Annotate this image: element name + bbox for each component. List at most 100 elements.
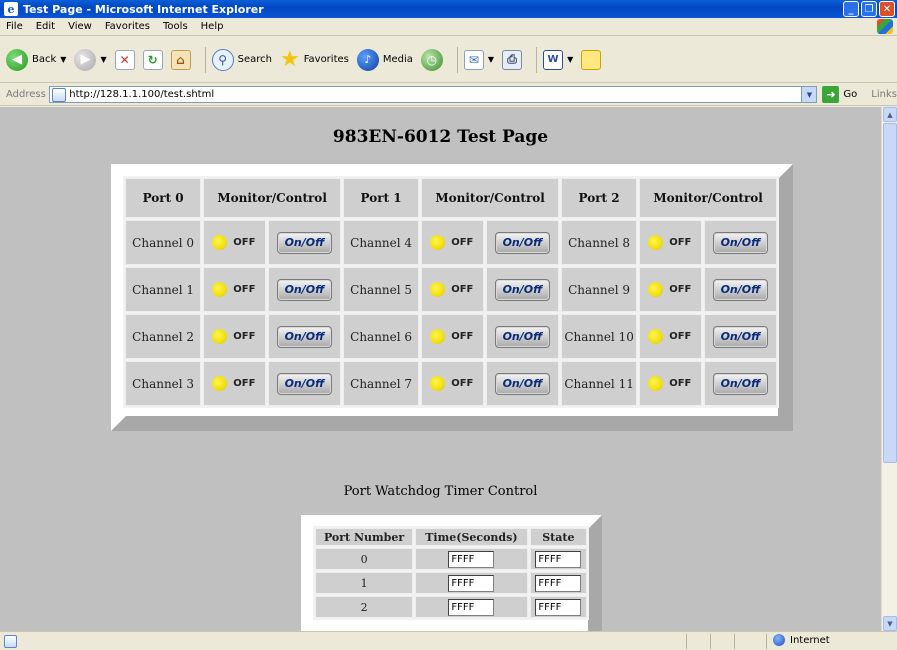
ie-logo-icon: e: [4, 2, 18, 16]
search-button[interactable]: ⚲ Search: [211, 44, 272, 76]
refresh-button[interactable]: ↻: [142, 44, 163, 76]
status-text: OFF: [233, 378, 256, 389]
header-port-0: Port 0: [125, 178, 202, 218]
chevron-down-icon[interactable]: ▼: [100, 55, 106, 64]
channel-status: OFF: [203, 220, 266, 265]
table-row: Channel 3 OFF On/Off Channel 7 OFF On/Off Chan…: [125, 361, 777, 406]
port-number: 0: [315, 548, 414, 570]
messenger-button[interactable]: [581, 44, 602, 76]
history-icon: ◷: [420, 48, 443, 71]
watchdog-table: Port Number Time(Seconds) State 012: [313, 526, 589, 620]
zone-label: Internet: [790, 634, 830, 646]
on-off-button[interactable]: On/Off: [712, 325, 768, 348]
back-button[interactable]: ◀ Back ▼: [6, 44, 66, 76]
time-cell: [415, 548, 528, 570]
minimize-button[interactable]: _: [843, 1, 859, 17]
toggle-cell: On/Off: [267, 220, 341, 265]
back-arrow-icon: ◀: [6, 48, 28, 71]
on-off-button[interactable]: On/Off: [276, 372, 332, 395]
channel-status: OFF: [421, 361, 484, 406]
menu-edit[interactable]: Edit: [30, 21, 62, 32]
table-row: Channel 1 OFF On/Off Channel 5 OFF On/Off Chan…: [125, 267, 777, 312]
history-button[interactable]: ◷: [420, 44, 443, 76]
on-off-button[interactable]: On/Off: [712, 231, 768, 254]
menu-file[interactable]: File: [0, 21, 30, 32]
toggle-cell: On/Off: [485, 361, 559, 406]
chevron-down-icon[interactable]: ▼: [60, 55, 66, 64]
scroll-down-icon[interactable]: ▼: [883, 616, 897, 631]
status-text: OFF: [233, 331, 256, 342]
chevron-down-icon[interactable]: ▼: [488, 55, 494, 64]
vertical-scrollbar[interactable]: ▲ ▼: [881, 107, 897, 631]
time-seconds-input[interactable]: [448, 598, 495, 616]
status-text: OFF: [669, 331, 692, 342]
toggle-cell: On/Off: [485, 220, 559, 265]
note-icon: [581, 49, 602, 70]
chevron-down-icon[interactable]: ▼: [567, 55, 573, 64]
channel-status: OFF: [203, 267, 266, 312]
state-input[interactable]: [535, 598, 582, 616]
forward-button[interactable]: ▶ ▼: [74, 44, 107, 76]
channel-label: Channel 5: [342, 267, 420, 312]
on-off-button[interactable]: On/Off: [494, 278, 550, 301]
status-panel: [710, 634, 711, 649]
address-url[interactable]: http://128.1.1.100/test.shtml: [69, 89, 214, 100]
state-input[interactable]: [535, 574, 582, 592]
window-title-bar: e Test Page - Microsoft Internet Explore…: [0, 0, 897, 18]
channel-label: Channel 10: [560, 314, 638, 359]
channel-status: OFF: [639, 361, 702, 406]
time-seconds-input[interactable]: [448, 550, 495, 568]
on-off-button[interactable]: On/Off: [494, 231, 550, 254]
toggle-cell: On/Off: [267, 267, 341, 312]
close-button[interactable]: ✕: [879, 1, 895, 17]
on-off-button[interactable]: On/Off: [494, 325, 550, 348]
stop-button[interactable]: ✕: [114, 44, 135, 76]
favorites-label: Favorites: [303, 54, 349, 65]
channel-status: OFF: [639, 314, 702, 359]
table-row: Channel 0 OFF On/Off Channel 4 OFF On/Off Chan…: [125, 220, 777, 265]
on-off-button[interactable]: On/Off: [494, 372, 550, 395]
on-off-button[interactable]: On/Off: [276, 278, 332, 301]
media-icon: ♪: [356, 48, 379, 71]
forward-arrow-icon: ▶: [74, 48, 97, 71]
scroll-up-icon[interactable]: ▲: [883, 107, 897, 122]
menu-view[interactable]: View: [62, 21, 99, 32]
status-text: OFF: [451, 378, 474, 389]
page-icon: [52, 87, 67, 102]
menu-favorites[interactable]: Favorites: [99, 21, 157, 32]
media-label: Media: [382, 54, 413, 65]
on-off-button[interactable]: On/Off: [276, 231, 332, 254]
chevron-down-icon[interactable]: ▼: [801, 87, 817, 102]
toggle-cell: On/Off: [703, 220, 777, 265]
standard-toolbar: ◀ Back ▼ ▶ ▼ ✕ ↻ ⌂ ⚲ Search ★ Favorites …: [0, 37, 897, 83]
page-title: 983EN-6012 Test Page: [332, 127, 549, 147]
on-off-button[interactable]: On/Off: [712, 278, 768, 301]
media-button[interactable]: ♪ Media: [356, 44, 413, 76]
favorites-button[interactable]: ★ Favorites: [280, 44, 349, 76]
home-button[interactable]: ⌂: [170, 44, 191, 76]
links-toolbar[interactable]: Links: [871, 89, 897, 100]
maximize-button[interactable]: ❐: [861, 1, 877, 17]
on-off-button[interactable]: On/Off: [712, 372, 768, 395]
print-button[interactable]: ⎙: [502, 44, 523, 76]
address-bar: Address http://128.1.1.100/test.shtml ▼ …: [0, 84, 897, 106]
go-button[interactable]: ➜ Go: [822, 86, 857, 103]
channel-label: Channel 11: [560, 361, 638, 406]
scroll-thumb[interactable]: [883, 123, 897, 463]
word-icon: W: [543, 49, 564, 70]
status-text: OFF: [669, 284, 692, 295]
time-seconds-input[interactable]: [448, 574, 495, 592]
edit-button[interactable]: W ▼: [543, 44, 573, 76]
menu-tools[interactable]: Tools: [157, 21, 195, 32]
menu-help[interactable]: Help: [195, 21, 231, 32]
io-header-row: Port 0 Monitor/Control Port 1 Monitor/Co…: [125, 178, 777, 218]
address-input[interactable]: http://128.1.1.100/test.shtml ▼: [49, 86, 818, 103]
status-led-icon: [430, 329, 446, 344]
toolbar-separator: [536, 46, 538, 73]
mail-button[interactable]: ✉ ▼: [463, 44, 494, 76]
on-off-button[interactable]: On/Off: [276, 325, 332, 348]
state-input[interactable]: [535, 550, 582, 568]
header-state: State: [529, 528, 587, 546]
back-label: Back: [32, 54, 57, 65]
status-led-icon: [648, 376, 664, 391]
